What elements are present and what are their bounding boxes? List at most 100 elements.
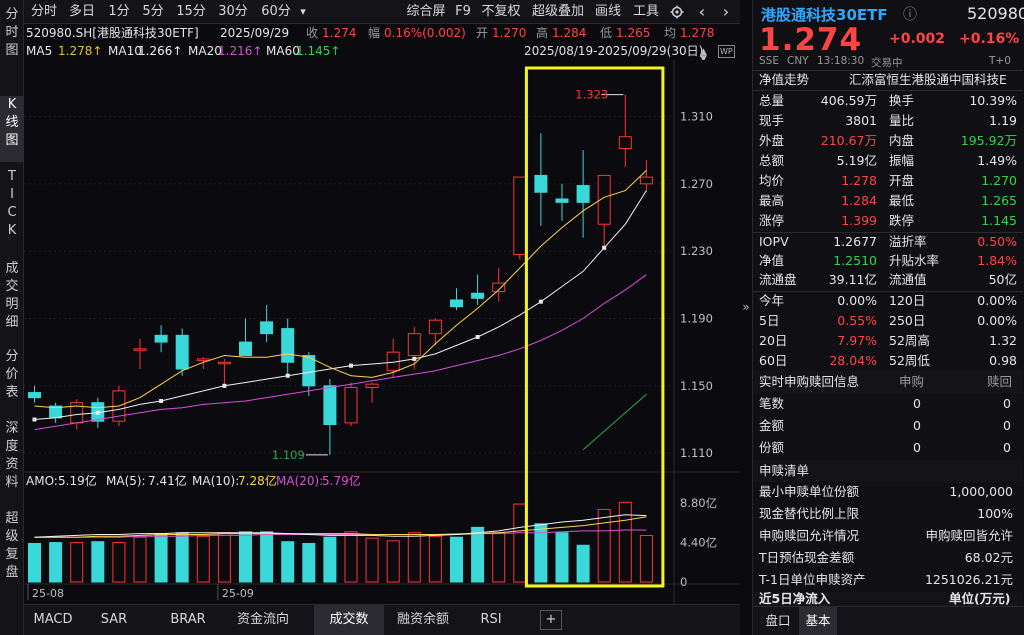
volume-bar [598,509,610,582]
tools-button[interactable]: 工具 [630,0,662,24]
ma10-marker [286,374,290,378]
creation-value: 1,000,000 [949,482,1013,502]
draw-line-button[interactable]: 画线 [590,0,626,24]
wp-icon[interactable]: WP [718,45,735,58]
low-value: 1.265 [616,24,650,42]
next-arrow-icon[interactable]: › [716,0,736,24]
candle-body [577,186,589,203]
flow-title: 近5日净流入 [759,592,830,606]
candle-body [429,320,441,333]
vtab-trade-detail[interactable]: 成交明细 [0,260,24,340]
max-price-label: 1.323 [575,88,608,102]
candle-body [408,334,420,356]
volume-tick-label: 8.80亿 [680,496,717,510]
tab-period-30min[interactable]: 30分 [214,0,252,24]
tab-period-1min[interactable]: 1分 [104,0,134,24]
tab-brar[interactable]: BRAR [160,605,216,635]
stat-value: 1.284 [841,191,877,211]
perf-row: 今年0.00%120日0.00% [753,291,1023,311]
tab-rsi[interactable]: RSI [468,605,514,635]
stat-label: 总额 [759,151,784,171]
tab-volume[interactable]: 成交数 [314,605,384,635]
vtab-kline[interactable]: K线图 [0,96,24,162]
creation-row: T日预估现金差额68.02元 [753,548,1023,568]
fund-code: 520980 [967,4,1024,23]
f9-button[interactable]: F9 [452,0,474,24]
amo-ma10-value: 7.28亿 [238,472,277,490]
stat-value: 195.92万 [961,131,1017,151]
vtab-intraday[interactable]: 分时图 [0,6,24,90]
tab-fund-flow[interactable]: 资金流向 [228,605,298,635]
stat-label: 振幅 [889,151,914,171]
stat-value: 3801 [845,111,877,131]
nav-value: 0.50% [977,232,1017,252]
candle-body [324,386,336,425]
candle-body [197,359,209,361]
sub-redeem-value: 0 [1003,394,1011,414]
tab-orderbook[interactable]: 盘口 [759,607,797,635]
tab-period-multiday[interactable]: 多日 [64,0,100,24]
sub-redeem-value: 0 [1003,416,1011,436]
perf-value: 0.98 [989,351,1017,371]
price-change-pct: +0.16% [959,31,1019,47]
tab-period-intraday[interactable]: 分时 [26,0,62,24]
composite-screen-button[interactable]: 综合屏 [402,0,450,24]
price-tick-label: 1.110 [680,446,713,460]
vtab-price-table[interactable]: 分价表 [0,348,24,408]
panel-tabs: 盘口 基本 [753,606,1024,635]
nav-row: 流通盘39.11亿流通值50亿 [753,270,1023,290]
sub-label: 金额 [759,416,784,436]
tab-period-15min[interactable]: 15分 [172,0,210,24]
creation-label: T-1日单位申赎资产 [759,570,865,590]
creation-value: 100% [977,504,1013,524]
candle-body [218,362,230,364]
tab-basic[interactable]: 基本 [799,607,837,635]
collapse-panel-icon[interactable]: » [740,300,752,320]
nav-trend-label: 净值走势 [759,70,809,90]
change-value: 0.16%(0.002) [384,24,466,42]
candle-body [366,384,378,387]
tab-macd[interactable]: MACD [24,605,82,635]
add-indicator-button[interactable]: + [540,610,562,630]
stat-value: 5.19亿 [837,151,877,171]
creation-row: 最小申赎单位份额1,000,000 [753,482,1023,502]
tab-period-60min[interactable]: 60分 [256,0,296,24]
perf-label: 20日 [759,331,787,351]
chart-background [24,60,740,604]
volume-bar [71,543,83,582]
volume-bar [429,536,441,582]
stat-label: 开盘 [889,171,914,191]
stat-row: 总量406.59万换手10.39% [753,91,1023,111]
vtab-super-review[interactable]: 超级复盘 [0,510,24,590]
stat-value: 1.270 [981,171,1017,191]
market-label: SSE [759,55,779,67]
stat-value: 1.278 [841,171,877,191]
volume-bar [134,537,146,582]
no-adjust-button[interactable]: 不复权 [478,0,524,24]
flow-header: 近5日净流入 单位(万元) [753,592,1023,606]
tab-margin-balance[interactable]: 融资余额 [388,605,458,635]
amo-ma20-value: 5.79亿 [322,472,361,490]
amo-ma20-label: MA(20): [276,472,323,490]
nav-row: IOPV1.2677溢折率0.50% [753,232,1023,252]
tab-period-5min[interactable]: 5分 [138,0,168,24]
period-dropdown-icon[interactable]: ▾ [296,0,310,24]
candle-body [451,300,463,307]
min-price-label: 1.109 [272,448,305,462]
vtab-tick[interactable]: TICK [0,168,24,252]
kline-chart[interactable]: 1.3101.2701.2301.1901.1501.1108.80亿4.40亿… [24,60,740,604]
stat-value: 1.145 [981,211,1017,231]
vtab-depth-data[interactable]: 深度资料 [0,420,24,500]
ma10-marker [602,246,606,250]
open-label: 开 [476,24,488,42]
perf-label: 250日 [889,311,925,331]
super-overlay-button[interactable]: 超级叠加 [528,0,588,24]
perf-row: 60日28.04%52周低0.98 [753,351,1023,371]
gear-icon[interactable] [666,0,688,24]
info-icon[interactable]: ⓘ [903,4,917,24]
prev-arrow-icon[interactable]: ‹ [692,0,712,24]
tab-sar[interactable]: SAR [90,605,138,635]
ma10-marker [412,357,416,361]
nav-trend-row[interactable]: 净值走势 汇添富恒生港股通中国科技E [753,70,1023,90]
tracking-index-name: 汇添富恒生港股通中国科技E [849,70,1007,90]
